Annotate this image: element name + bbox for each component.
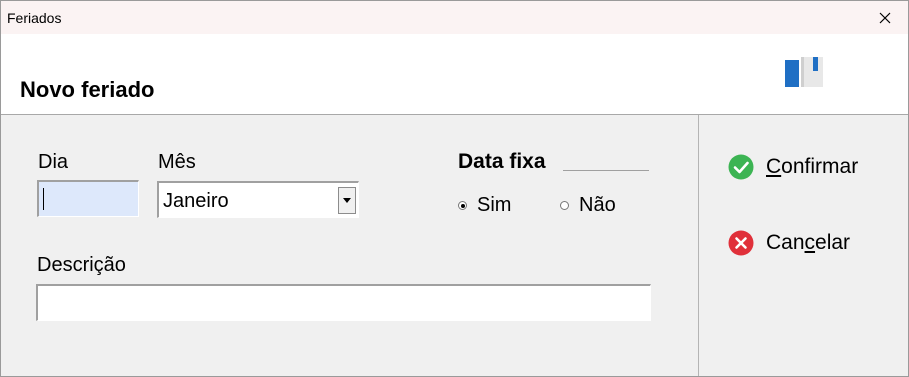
confirm-button[interactable]: Confirmar	[728, 154, 858, 180]
dia-input[interactable]	[37, 180, 139, 217]
text-caret	[43, 188, 44, 210]
check-circle-icon	[728, 154, 754, 180]
cancel-button[interactable]: Cancelar	[728, 230, 850, 256]
page-title: Novo feriado	[20, 77, 155, 102]
dialog-header: Novo feriado	[1, 34, 908, 115]
dia-label: Dia	[38, 151, 69, 173]
data-fixa-label: Data fixa	[458, 150, 546, 173]
chevron-down-icon	[343, 198, 351, 203]
radio-nao[interactable]: Não	[560, 194, 616, 217]
descricao-label: Descrição	[37, 254, 126, 276]
book-icon	[785, 57, 823, 87]
window-title: Feriados	[7, 10, 62, 26]
cancel-label: Cancelar	[766, 231, 851, 254]
radio-nao-label: Não	[579, 194, 616, 216]
x-circle-icon	[728, 230, 754, 256]
radio-sim[interactable]: Sim	[458, 194, 511, 217]
panel-divider	[698, 115, 699, 376]
mes-selected-value: Janeiro	[163, 190, 229, 212]
title-bar[interactable]: Feriados	[1, 1, 908, 34]
confirm-label: Confirmar	[766, 155, 859, 178]
close-button[interactable]	[862, 1, 908, 34]
dialog-window: Feriados Novo feriado Dia Mês Janeiro Da…	[0, 0, 909, 377]
mes-label: Mês	[158, 151, 196, 173]
descricao-input[interactable]	[36, 284, 651, 321]
close-icon	[879, 12, 891, 23]
group-divider	[563, 170, 649, 171]
radio-sim-label: Sim	[477, 194, 512, 216]
mes-dropdown-button[interactable]	[338, 187, 356, 214]
radio-indicator	[458, 201, 467, 210]
radio-indicator	[560, 201, 569, 210]
mes-select[interactable]: Janeiro	[157, 181, 359, 218]
